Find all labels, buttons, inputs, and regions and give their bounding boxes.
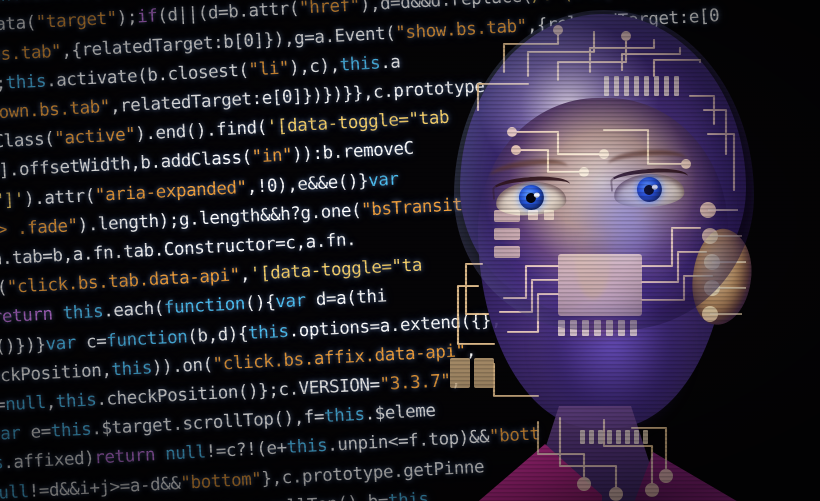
code-token: '[data-toggle="ta <box>249 255 423 285</box>
code-token: "in" <box>251 145 293 168</box>
code-token: this <box>339 53 381 76</box>
code-token: this <box>101 0 143 1</box>
code-token: "bottom" <box>179 469 263 494</box>
code-token: b&&e[b]()})} <box>0 334 47 362</box>
code-token: ); <box>116 7 138 29</box>
code-token: c= <box>75 331 107 353</box>
code-token: var <box>0 423 22 446</box>
code-token: "aria-expanded" <box>94 177 248 206</box>
screenshot-stage: ),+function(a){"use strict";function b(b… <box>0 0 820 501</box>
circuit-board-overlay <box>450 25 746 501</box>
code-token: this <box>323 405 366 428</box>
code-token: ),d=b.data( <box>0 13 37 40</box>
code-token: "shown.bs.tab" <box>0 97 111 125</box>
code-token: this <box>110 358 153 381</box>
code-token: ),c), <box>288 55 341 79</box>
code-token: .a <box>379 52 401 74</box>
code-token: ).end().find( <box>134 117 268 145</box>
code-token: (d||(d=b.attr( <box>156 0 300 27</box>
code-token: )):b.removeC <box>291 139 415 166</box>
code-token: "active" <box>53 124 136 150</box>
code-token: )).on( <box>151 354 214 379</box>
code-token: "li" <box>248 58 290 81</box>
code-token: (){ <box>244 292 276 315</box>
code-token: .affixed) <box>2 448 95 474</box>
code-token: (b){ <box>61 0 103 3</box>
code-token: (b,d){ <box>186 323 249 347</box>
code-token: this <box>5 71 47 94</box>
code-token: null <box>4 393 47 416</box>
code-token: this <box>55 390 97 413</box>
code-token: .checkPosition, <box>0 360 112 389</box>
code-token: "> .fade" <box>0 215 79 241</box>
code-token: .each( <box>102 298 165 323</box>
android-head <box>408 14 808 501</box>
code-token: null <box>164 442 207 466</box>
code-token: ).removeClass( <box>0 129 55 158</box>
code-token: function <box>0 0 62 7</box>
code-token: return <box>0 304 54 329</box>
code-token: !=c?!(e+ <box>205 438 288 463</box>
circuit-traces <box>450 25 746 501</box>
code-token: ).attr( <box>23 185 96 210</box>
code-token: d=a(thi <box>305 286 388 312</box>
code-token: function <box>163 294 246 319</box>
code-token: this <box>62 302 104 325</box>
code-token: "target" <box>35 9 118 34</box>
code-token: var <box>45 332 77 355</box>
code-token: ,!0),e&&e()} <box>246 170 369 198</box>
code-token: !=d&&i+j>=a-d&& <box>28 473 182 501</box>
code-token: "href" <box>298 0 361 20</box>
code-token: null <box>0 481 30 501</box>
code-token: this <box>286 436 328 459</box>
code-token: this <box>247 321 290 344</box>
code-token: this <box>50 419 92 442</box>
code-token: if <box>136 6 158 28</box>
code-token: e= <box>19 422 52 444</box>
code-token: return <box>93 445 156 469</box>
code-token: "hide.bs.tab" <box>0 41 62 69</box>
code-token: function <box>105 326 188 352</box>
code-token: var <box>274 291 307 313</box>
code-token: var <box>367 169 400 191</box>
